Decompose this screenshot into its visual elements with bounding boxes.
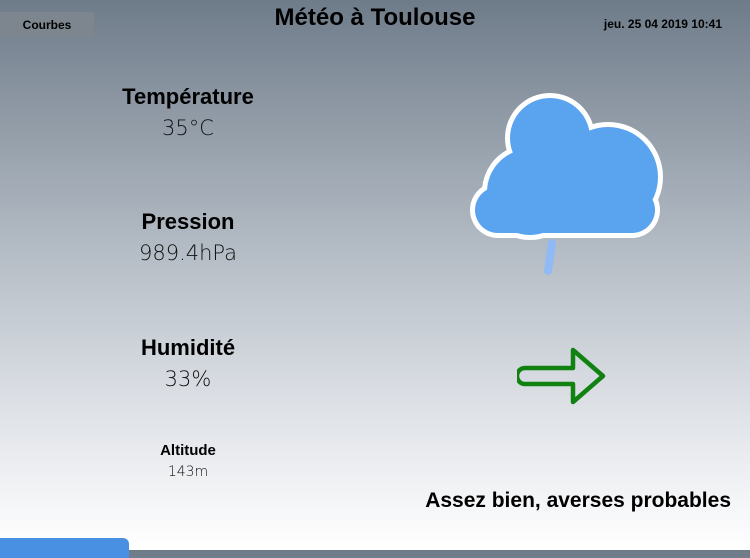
temperature-value: 35°C (162, 116, 214, 140)
cloud-rain-icon (470, 93, 663, 275)
temperature-label: Température (122, 84, 254, 109)
datetime-label: jeu. 25 04 2019 10:41 (603, 17, 722, 31)
arrow-right-icon (517, 347, 606, 405)
humidity-block: Humidité 33% (88, 335, 288, 391)
altitude-block: Altitude 143m (88, 442, 288, 480)
humidity-value: 33% (164, 367, 212, 391)
humidity-label: Humidité (140, 335, 236, 360)
pressure-value: 989.4hPa (138, 241, 238, 265)
altitude-value: 143m (167, 464, 209, 480)
temperature-block: Température 35°C (88, 84, 288, 140)
bottom-tab[interactable] (0, 538, 129, 558)
pressure-label: Pression (141, 209, 235, 234)
forecast-text: Assez bien, averses probables (425, 489, 731, 512)
pressure-block: Pression 989.4hPa (88, 209, 288, 265)
altitude-label: Altitude (160, 442, 216, 459)
